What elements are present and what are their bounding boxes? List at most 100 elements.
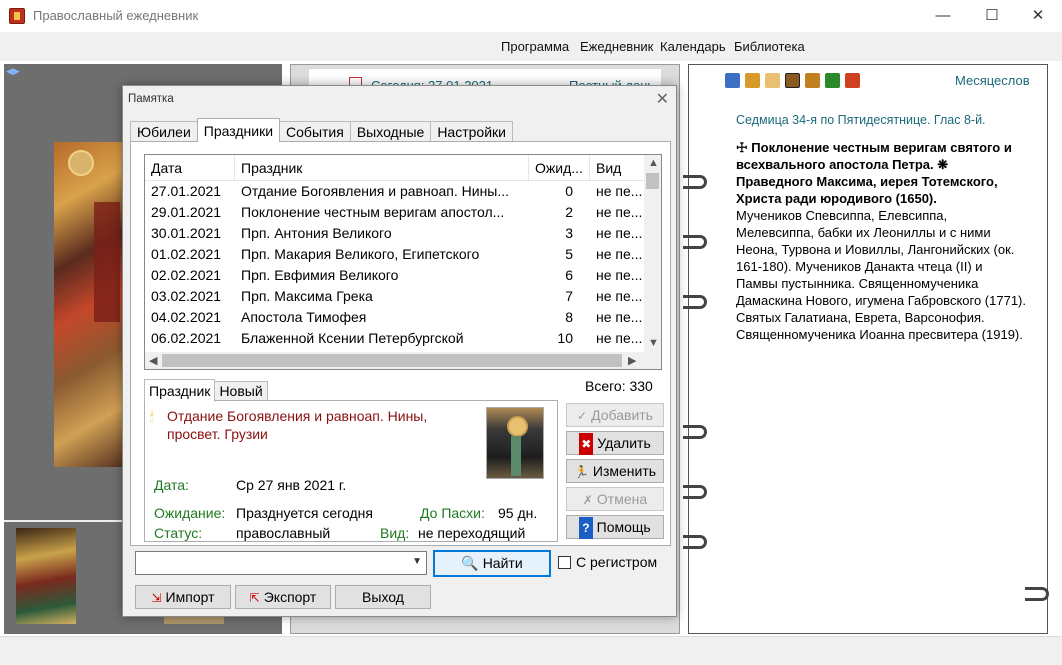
export-icon: ⇱ — [249, 591, 260, 605]
table-horizontal-scrollbar[interactable]: ◀ ▶ — [145, 352, 661, 369]
table-row[interactable]: 04.02.2021 Апостола Тимофея 8 не пе... — [145, 307, 645, 328]
cell-wait: 6 — [565, 267, 573, 283]
tab-holiday-detail[interactable]: Праздник — [144, 379, 216, 402]
scroll-left-icon[interactable]: ◀ — [149, 354, 157, 367]
table-row[interactable]: 29.01.2021 Поклонение честным веригам ап… — [145, 202, 645, 223]
case-sensitive-checkbox[interactable] — [558, 556, 571, 569]
cell-kind: не пе... — [596, 309, 643, 325]
minimize-button[interactable]: — — [920, 0, 966, 32]
cell-holiday: Прп. Антония Великого — [241, 225, 392, 241]
import-icon: ⇲ — [151, 591, 162, 605]
detail-tabs: Праздник Новый — [144, 379, 268, 402]
easter-label: До Пасхи: — [420, 505, 485, 521]
chevron-down-icon[interactable]: ▼ — [412, 556, 422, 567]
candle-icon: 🕯 — [150, 409, 154, 424]
col-kind[interactable]: Вид — [590, 155, 645, 181]
date-value: Ср 27 янв 2021 г. — [236, 477, 347, 493]
church-icon[interactable] — [845, 73, 860, 88]
case-sensitive-label: С регистром — [576, 554, 658, 570]
dialog-tabs: Юбилеи Праздники События Выходные Настро… — [130, 118, 513, 142]
ring-binder-icon — [683, 535, 707, 549]
icon-frame-icon[interactable] — [785, 73, 800, 88]
scroll-right-icon[interactable]: ▶ — [628, 354, 636, 367]
cell-holiday: Блаженной Ксении Петербургской — [241, 330, 464, 346]
saints-bold-2: Праведного Максима, иерея Тотемского, Хр… — [736, 174, 998, 206]
dialog-close-button[interactable]: ✕ — [656, 89, 669, 109]
saint-icon-image — [486, 407, 544, 479]
find-button[interactable]: 🔍 Найти — [433, 550, 551, 577]
add-button[interactable]: ✓ Добавить — [566, 403, 664, 427]
help-button[interactable]: ? Помощь — [566, 515, 664, 539]
nav-arrows-icon[interactable]: ◀▶ — [6, 66, 20, 77]
maximize-button[interactable]: ☐ — [969, 0, 1015, 32]
scroll-icon[interactable] — [805, 73, 820, 88]
scrollbar-thumb[interactable] — [646, 173, 659, 189]
books-icon[interactable] — [745, 73, 760, 88]
icon-thumbnail[interactable] — [16, 528, 76, 624]
cancel-button[interactable]: ✗ Отмена — [566, 487, 664, 511]
wait-value: Празднуется сегодня — [236, 505, 373, 521]
scrollbar-thumb[interactable] — [162, 354, 622, 367]
menu-library[interactable]: Библиотека — [734, 39, 805, 54]
clover-icon[interactable] — [825, 73, 840, 88]
cell-kind: не пе... — [596, 225, 643, 241]
cell-date: 03.02.2021 — [151, 288, 222, 304]
cell-wait: 2 — [565, 204, 573, 220]
table-vertical-scrollbar[interactable]: ▲ ▼ — [644, 155, 661, 353]
tab-days-off[interactable]: Выходные — [349, 121, 432, 142]
cell-date: 01.02.2021 — [151, 246, 222, 262]
tab-new[interactable]: Новый — [214, 381, 268, 401]
holidays-table[interactable]: Дата Праздник Ожид... Вид 27.01.2021 Отд… — [144, 154, 662, 370]
help-icon: ? — [579, 517, 593, 539]
tab-holidays[interactable]: Праздники — [196, 118, 281, 142]
scroll-up-icon[interactable]: ▲ — [648, 157, 659, 169]
cell-holiday: Поклонение честным веригам апостол... — [241, 204, 505, 220]
search-icon: 🔍 — [461, 555, 479, 571]
table-row[interactable]: 03.02.2021 Прп. Максима Грека 7 не пе... — [145, 286, 645, 307]
quill-icon[interactable] — [765, 73, 780, 88]
running-man-icon: 🏃 — [573, 465, 589, 479]
scroll-down-icon[interactable]: ▼ — [648, 337, 659, 349]
col-date[interactable]: Дата — [145, 155, 235, 181]
status-bar — [0, 636, 1062, 665]
export-button-label: Экспорт — [263, 589, 317, 605]
cancel-icon: ✗ — [582, 493, 593, 507]
ring-binder-icon — [1025, 587, 1049, 601]
menu-diary[interactable]: Ежедневник — [580, 39, 653, 54]
export-button[interactable]: ⇱ Экспорт — [235, 585, 331, 609]
delete-button[interactable]: ✖ Удалить — [566, 431, 664, 455]
help-button-label: Помощь — [596, 519, 651, 535]
table-row[interactable]: 01.02.2021 Прп. Макария Великого, Египет… — [145, 244, 645, 265]
exit-button[interactable]: Выход — [335, 585, 431, 609]
col-holiday[interactable]: Праздник — [235, 155, 529, 181]
table-row[interactable]: 02.02.2021 Прп. Евфимия Великого 6 не пе… — [145, 265, 645, 286]
months-link[interactable]: Месяцеслов — [955, 73, 1030, 88]
dialog-title: Памятка — [128, 93, 174, 105]
tab-settings[interactable]: Настройки — [430, 121, 513, 142]
holidays-panel: Дата Праздник Ожид... Вид 27.01.2021 Отд… — [130, 141, 671, 546]
cell-kind: не пе... — [596, 204, 643, 220]
cancel-button-label: Отмена — [596, 491, 648, 507]
cell-date: 30.01.2021 — [151, 225, 222, 241]
cell-holiday: Апостола Тимофея — [241, 309, 367, 325]
menu-calendar[interactable]: Календарь — [660, 39, 726, 54]
holiday-name: Отдание Богоявления и равноап. Нины, про… — [167, 408, 428, 442]
search-combo[interactable]: ▼ — [135, 551, 427, 575]
book-icon[interactable] — [725, 73, 740, 88]
ring-binder-icon — [683, 425, 707, 439]
table-row[interactable]: 30.01.2021 Прп. Антония Великого 3 не пе… — [145, 223, 645, 244]
delete-icon: ✖ — [579, 433, 594, 455]
edit-button[interactable]: 🏃 Изменить — [566, 459, 664, 483]
table-row[interactable]: 27.01.2021 Отдание Богоявления и равноап… — [145, 181, 645, 202]
cell-holiday: Прп. Макария Великого, Египетского — [241, 246, 480, 262]
table-row[interactable]: 06.02.2021 Блаженной Ксении Петербургско… — [145, 328, 645, 349]
delete-button-label: Удалить — [597, 435, 651, 451]
tab-events[interactable]: События — [279, 121, 351, 142]
close-window-button[interactable]: ✕ — [1015, 0, 1061, 32]
cell-wait: 5 — [565, 246, 573, 262]
menu-program[interactable]: Программа — [501, 39, 569, 54]
tab-jubilees[interactable]: Юбилеи — [130, 121, 198, 142]
import-button[interactable]: ⇲ Импорт — [135, 585, 231, 609]
edit-button-label: Изменить — [592, 463, 657, 479]
col-wait[interactable]: Ожид... — [529, 155, 590, 181]
